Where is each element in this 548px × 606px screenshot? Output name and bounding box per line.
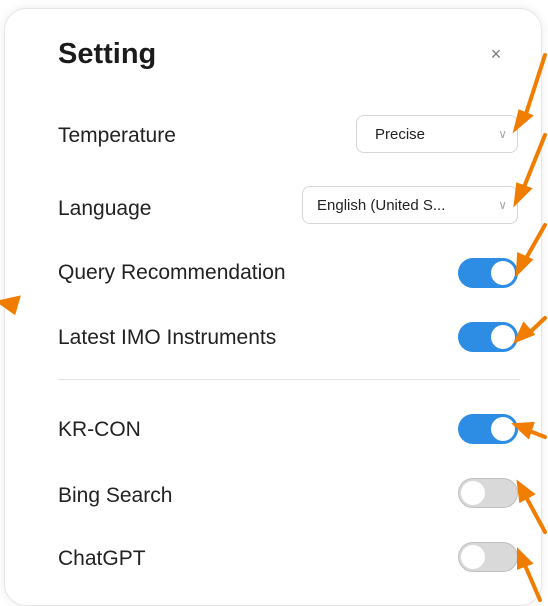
- bing-search-label: Bing Search: [58, 484, 173, 507]
- toggle-knob: [491, 261, 515, 285]
- toggle-knob: [461, 481, 485, 505]
- temperature-label: Temperature: [58, 124, 176, 147]
- kr-con-label: KR-CON: [58, 418, 141, 441]
- settings-dialog: [4, 8, 542, 606]
- toggle-knob: [491, 417, 515, 441]
- bing-search-toggle[interactable]: [458, 478, 518, 508]
- temperature-select[interactable]: Precise ∨: [356, 115, 518, 153]
- temperature-value: Precise: [375, 125, 426, 143]
- latest-imo-toggle[interactable]: [458, 322, 518, 352]
- dialog-title: Setting: [58, 38, 157, 70]
- latest-imo-label: Latest IMO Instruments: [58, 326, 277, 349]
- toggle-knob: [491, 325, 515, 349]
- language-select[interactable]: English (United S... ∨: [302, 186, 518, 224]
- kr-con-toggle[interactable]: [458, 414, 518, 444]
- query-recommendation-toggle[interactable]: [458, 258, 518, 288]
- close-icon[interactable]: ×: [486, 44, 506, 64]
- query-recommendation-label: Query Recommendation: [58, 261, 286, 284]
- language-label: Language: [58, 197, 152, 220]
- chatgpt-label: ChatGPT: [58, 547, 146, 570]
- chevron-down-icon: ∨: [498, 127, 507, 141]
- chevron-down-icon: ∨: [498, 198, 507, 212]
- section-divider: [58, 379, 520, 380]
- chatgpt-toggle[interactable]: [458, 542, 518, 572]
- language-value: English (United S...: [317, 196, 446, 214]
- toggle-knob: [461, 545, 485, 569]
